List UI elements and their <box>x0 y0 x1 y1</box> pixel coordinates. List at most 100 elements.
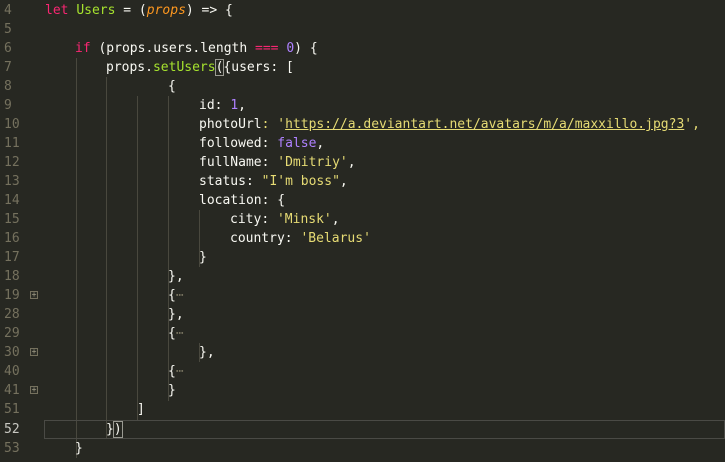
line-number: 12 <box>4 155 20 170</box>
code-line[interactable]: 4 let Users = (props) => { <box>0 1 725 20</box>
line-number: 4 <box>4 3 12 18</box>
line-number: 41 <box>4 383 20 398</box>
code-text: }, <box>168 269 184 284</box>
code-line[interactable]: 51 ] <box>0 400 725 419</box>
keyword-let: let <box>45 3 69 18</box>
code-line[interactable]: 10 photoUrl: 'https://a.deviantart.net/a… <box>0 115 725 134</box>
code-line[interactable]: 15 city: 'Minsk', <box>0 210 725 229</box>
fold-expand-icon[interactable]: + <box>30 291 38 299</box>
line-number: 28 <box>4 307 20 322</box>
code-text: , <box>238 98 246 113</box>
matched-bracket: ) <box>112 421 123 438</box>
string-literal: 'Minsk' <box>276 212 332 227</box>
code-text: } <box>75 441 83 456</box>
code-text: { <box>168 79 176 94</box>
line-number: 11 <box>4 136 20 151</box>
code-line[interactable]: 8 { <box>0 77 725 96</box>
code-line[interactable]: 30 + }, <box>0 343 725 362</box>
code-line[interactable]: 12 fullName: 'Dmitriy', <box>0 153 725 172</box>
line-number: 53 <box>4 441 20 456</box>
object-key: id <box>199 98 215 113</box>
code-line[interactable]: 53 } <box>0 439 725 458</box>
code-text: (props.users.length <box>90 41 256 56</box>
code-editor[interactable]: 4 let Users = (props) => { 5 6 if (props… <box>0 0 725 462</box>
object-key: fullName <box>199 155 262 170</box>
code-line[interactable]: 18 }, <box>0 267 725 286</box>
code-line[interactable]: 16 country: 'Belarus' <box>0 229 725 248</box>
code-text: }, <box>168 307 184 322</box>
code-text: { <box>168 288 176 303</box>
code-text: = ( <box>115 3 147 18</box>
code-line[interactable]: 40 {⋯ <box>0 362 725 381</box>
code-line[interactable]: 28 }, <box>0 305 725 324</box>
fold-expand-icon[interactable]: + <box>30 386 38 394</box>
code-text: }, <box>199 345 215 360</box>
code-text: : <box>261 136 278 151</box>
code-text: : <box>284 231 301 246</box>
line-number: 52 <box>4 422 20 437</box>
line-number: 5 <box>4 22 12 37</box>
code-line[interactable]: 9 id: 1, <box>0 96 725 115</box>
number-literal: 1 <box>230 98 239 113</box>
object-key: photoUrl <box>199 117 262 132</box>
code-text: ] <box>137 402 145 417</box>
code-text: , <box>339 174 348 189</box>
line-number: 9 <box>4 98 12 113</box>
line-number: 14 <box>4 193 20 208</box>
code-line[interactable]: 52 }) <box>0 420 725 439</box>
component-name: Users <box>76 3 116 18</box>
code-text: } <box>106 422 114 437</box>
code-text: : <box>245 174 262 189</box>
code-text: { <box>168 364 176 379</box>
code-text: {users: [ <box>223 60 294 75</box>
code-text: { <box>168 326 176 341</box>
line-number: 7 <box>4 60 12 75</box>
line-number: 30 <box>4 345 20 360</box>
code-line[interactable]: 41 + } <box>0 381 725 400</box>
code-line[interactable]: 5 <box>0 20 725 39</box>
folded-region-ellipsis[interactable]: ⋯ <box>176 364 184 379</box>
operator: === <box>255 41 279 56</box>
line-number: 15 <box>4 212 20 227</box>
fold-expand-icon[interactable]: + <box>30 348 38 356</box>
line-number: 40 <box>4 364 20 379</box>
url-link[interactable]: https://a.deviantart.net/avatars/m/a/max… <box>285 117 684 132</box>
code-text: ) => { <box>185 3 233 18</box>
object-key: status <box>199 174 246 189</box>
string-literal: 'Dmitriy' <box>277 155 348 170</box>
param-props: props <box>146 3 186 18</box>
method-setUsers: setUsers <box>152 60 216 75</box>
code-text: : <box>214 98 231 113</box>
code-text: : <box>261 155 278 170</box>
line-number: 19 <box>4 288 20 303</box>
object-key: city <box>230 212 262 227</box>
code-text: ) { <box>294 41 318 56</box>
code-text: , <box>347 155 356 170</box>
code-text: props. <box>106 60 153 75</box>
folded-region-ellipsis[interactable]: ⋯ <box>176 288 184 303</box>
code-text: } <box>199 250 207 265</box>
line-number: 51 <box>4 402 20 417</box>
code-text: , <box>331 212 340 227</box>
line-number: 17 <box>4 250 20 265</box>
line-number: 8 <box>4 79 12 94</box>
string-literal: "I'm boss" <box>261 174 340 189</box>
line-number: 29 <box>4 326 20 341</box>
line-number: 18 <box>4 269 20 284</box>
string-literal: 'Belarus' <box>300 231 371 246</box>
code-line[interactable]: 29 {⋯ <box>0 324 725 343</box>
code-line[interactable]: 14 location: { <box>0 191 725 210</box>
code-line[interactable]: 17 } <box>0 248 725 267</box>
line-number: 13 <box>4 174 20 189</box>
code-line[interactable]: 11 followed: false, <box>0 134 725 153</box>
code-line[interactable]: 6 if (props.users.length === 0) { <box>0 39 725 58</box>
code-text: : <box>261 212 277 227</box>
code-line[interactable]: 13 status: "I'm boss", <box>0 172 725 191</box>
line-number: 10 <box>4 117 20 132</box>
object-key: followed <box>199 136 262 151</box>
object-key: country <box>230 231 285 246</box>
code-line[interactable]: 7 props.setUsers({users: [ <box>0 58 725 77</box>
code-text: } <box>168 383 176 398</box>
folded-region-ellipsis[interactable]: ⋯ <box>176 326 184 341</box>
code-line[interactable]: 19 + {⋯ <box>0 286 725 305</box>
